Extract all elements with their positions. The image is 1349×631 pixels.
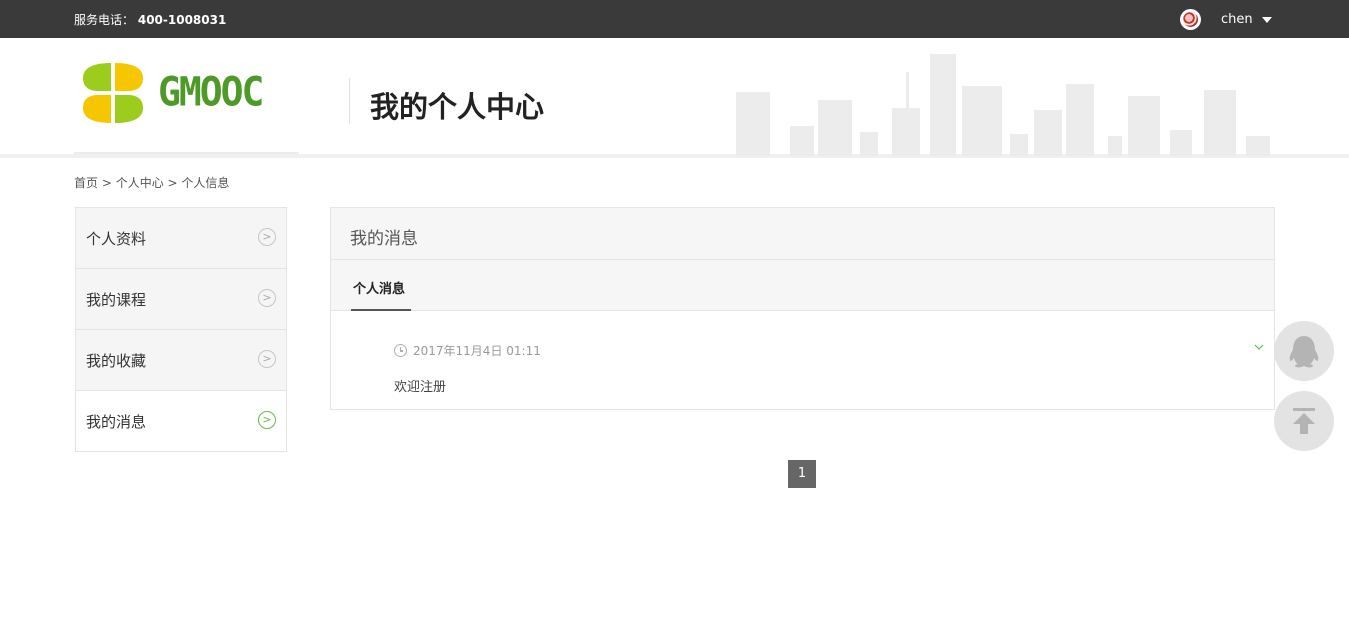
back-to-top-icon — [1293, 408, 1315, 434]
tab-personal-messages[interactable]: 个人消息 — [351, 260, 411, 311]
sidebar-item-profile[interactable]: 个人资料 > — [76, 208, 286, 269]
chevron-right-icon: > — [258, 289, 276, 307]
service-hotline: 服务电话： 400-1008031 — [74, 11, 226, 28]
message-content: 欢迎注册 — [394, 380, 447, 395]
logo-wordmark[interactable]: GMOOC — [158, 69, 264, 115]
breadcrumb-home[interactable]: 首页 — [74, 176, 98, 190]
messages-panel: 我的消息 个人消息 2017年11月4日 01:11 欢迎注册 — [330, 207, 1275, 410]
message-time-text: 2017年11月4日 01:11 — [413, 344, 541, 358]
logo-icon[interactable] — [83, 63, 143, 123]
page-title: 我的个人中心 — [370, 90, 545, 124]
hotline-number: 400-1008031 — [137, 13, 227, 27]
logo-underline — [74, 152, 299, 154]
sidebar-item-label: 个人资料 — [86, 230, 147, 248]
chevron-right-icon: > — [258, 228, 276, 246]
breadcrumb-separator: > — [163, 176, 182, 190]
sidebar-item-messages[interactable]: 我的消息 > — [76, 391, 286, 451]
top-bar: 服务电话： 400-1008031 chen — [0, 0, 1349, 38]
tab-active-indicator — [351, 309, 411, 311]
sidebar-item-courses[interactable]: 我的课程 > — [76, 269, 286, 330]
panel-title: 我的消息 — [350, 229, 418, 249]
breadcrumb-separator: > — [98, 176, 116, 190]
message-tabs: 个人消息 — [331, 260, 1274, 311]
message-timestamp: 2017年11月4日 01:11 — [394, 342, 541, 359]
header-divider-vertical — [349, 78, 350, 124]
sidebar-item-favorites[interactable]: 我的收藏 > — [76, 330, 286, 391]
back-to-top-button[interactable] — [1274, 391, 1334, 451]
breadcrumb-current: 个人信息 — [181, 176, 230, 190]
panel-header: 我的消息 — [331, 208, 1274, 260]
sidebar-item-label: 我的课程 — [86, 291, 147, 309]
chevron-down-icon[interactable] — [1253, 341, 1265, 353]
clock-icon — [394, 344, 407, 357]
qq-penguin-icon — [1289, 336, 1319, 368]
username[interactable]: chen — [1221, 12, 1253, 27]
avatar[interactable] — [1180, 8, 1201, 30]
user-menu[interactable]: chen — [1180, 8, 1272, 30]
qq-contact-button[interactable] — [1274, 321, 1334, 381]
sidebar-item-label: 我的消息 — [86, 413, 147, 431]
tab-label: 个人消息 — [353, 282, 406, 297]
breadcrumb: 首页 > 个人中心 > 个人信息 — [74, 174, 229, 191]
chevron-right-icon: > — [258, 350, 276, 368]
breadcrumb-personal-center[interactable]: 个人中心 — [116, 176, 164, 190]
chevron-right-icon: > — [258, 411, 276, 429]
chevron-down-icon[interactable] — [1261, 17, 1272, 23]
hotline-label: 服务电话： — [74, 13, 135, 27]
sidebar-menu: 个人资料 > 我的课程 > 我的收藏 > 我的消息 > — [75, 207, 287, 452]
sidebar-item-label: 我的收藏 — [86, 352, 147, 370]
pagination-page-1[interactable]: 1 — [788, 460, 816, 488]
city-skyline-illustration — [736, 54, 1270, 156]
